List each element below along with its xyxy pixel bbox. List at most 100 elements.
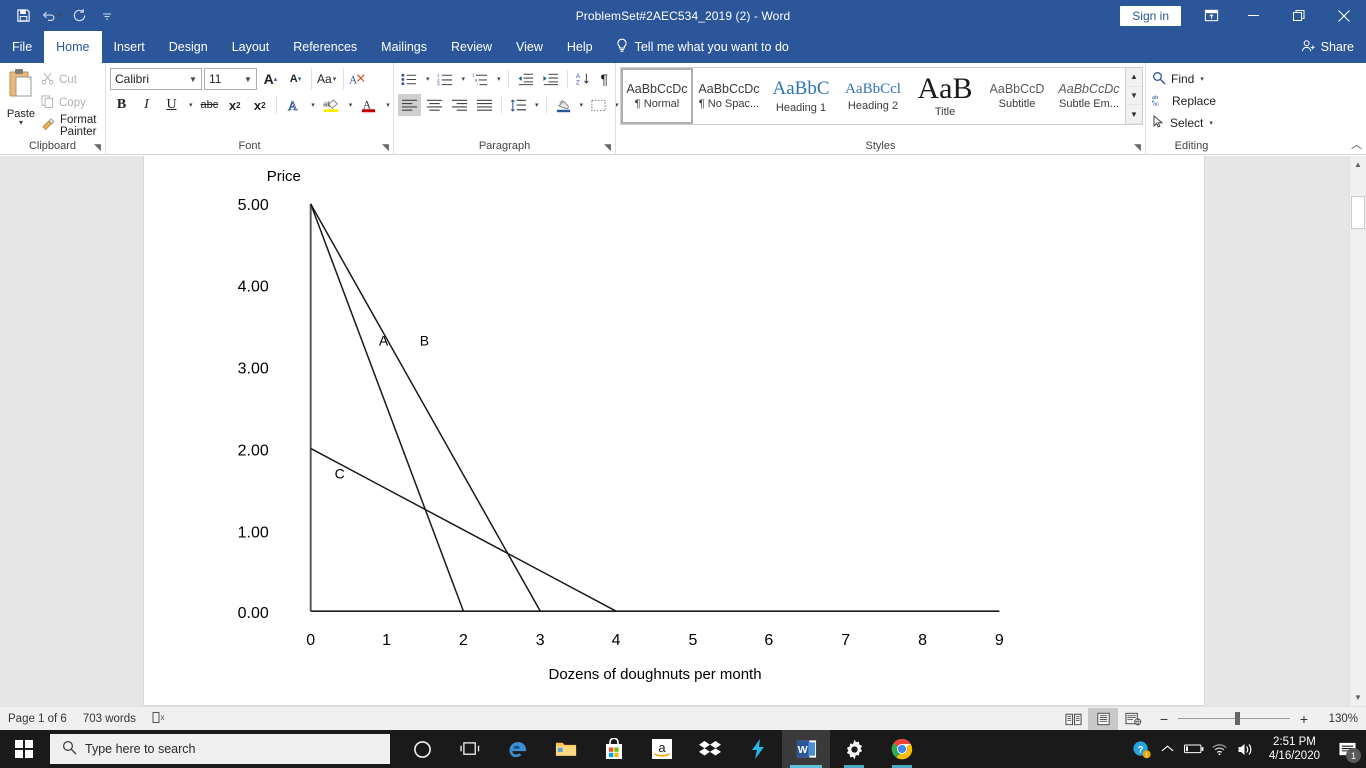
font-size-combo[interactable]: 11 ▼ [204,68,257,90]
style-heading-2[interactable]: AaBbCcl Heading 2 [837,68,909,124]
close-button[interactable] [1321,0,1366,31]
notifications-button[interactable]: 1 [1330,730,1364,768]
zoom-slider-thumb[interactable] [1235,712,1240,725]
ribbon-display-options-icon[interactable] [1191,8,1231,23]
strikethrough-icon[interactable]: abc [198,94,222,116]
bullets-caret-icon[interactable]: ▾ [423,68,432,90]
read-mode-icon[interactable] [1058,708,1088,730]
document-page[interactable]: Price 5.00 4.00 3.00 2.00 1.00 0.00 0 1 … [143,156,1205,706]
zoom-out-button[interactable]: − [1158,711,1170,727]
wifi-icon[interactable] [1207,730,1233,768]
microsoft-store-icon[interactable] [590,730,638,768]
tab-design[interactable]: Design [157,31,220,63]
paste-button[interactable]: Paste ▾ [4,66,38,127]
show-hidden-icons-icon[interactable] [1155,730,1181,768]
volume-icon[interactable] [1233,730,1259,768]
style-subtle-emphasis[interactable]: AaBbCcDc Subtle Em... [1053,68,1125,124]
align-right-icon[interactable] [448,94,471,116]
bold-icon[interactable]: B [110,94,133,116]
font-color-caret-icon[interactable]: ▾ [382,94,393,116]
copy-button[interactable]: Copy [38,92,101,113]
web-layout-icon[interactable] [1118,708,1148,730]
show-formatting-marks-icon[interactable]: ¶ [598,68,612,90]
file-explorer-icon[interactable] [542,730,590,768]
start-icon[interactable] [0,730,48,768]
shrink-font-icon[interactable]: A ▾ [284,68,307,90]
style-no-spacing[interactable]: AaBbCcDc ¶ No Spac... [693,68,765,124]
line-spacing-caret-icon[interactable]: ▾ [532,94,541,116]
replace-button[interactable]: ab ac Replace [1150,90,1218,112]
zoom-control[interactable]: − + 130% [1158,711,1358,727]
edge-icon[interactable] [494,730,542,768]
zoom-level[interactable]: 130% [1318,713,1358,725]
tell-me-search[interactable]: Tell me what you want to do [605,31,799,63]
scrollbar-thumb[interactable] [1351,196,1365,229]
borders-icon[interactable] [587,94,610,116]
vertical-scrollbar[interactable]: ▲ ▼ [1349,156,1366,706]
chrome-icon[interactable] [878,730,926,768]
font-dialog-launcher[interactable]: ◥ [380,142,391,153]
tab-home[interactable]: Home [44,31,102,63]
page-indicator[interactable]: Page 1 of 6 [8,713,67,725]
underline-icon[interactable]: U [160,94,183,116]
clear-formatting-icon[interactable]: A [343,68,369,90]
tab-review[interactable]: Review [439,31,504,63]
text-effects-caret-icon[interactable]: ▾ [307,94,318,116]
justify-icon[interactable] [473,94,496,116]
shading-caret-icon[interactable]: ▾ [577,94,586,116]
settings-gear-icon[interactable] [830,730,878,768]
find-caret-icon[interactable]: ▾ [1200,75,1204,83]
gallery-scroll-down-icon[interactable]: ▼ [1126,86,1142,106]
share-button[interactable]: Share [1301,39,1354,56]
tab-layout[interactable]: Layout [220,31,282,63]
tab-help[interactable]: Help [555,31,605,63]
chevron-down-icon[interactable]: ▼ [240,75,256,84]
multilevel-caret-icon[interactable]: ▾ [494,68,503,90]
battery-icon[interactable] [1181,730,1207,768]
styles-gallery-scroll[interactable]: ▲ ▼ ▼ [1125,68,1142,125]
paste-caret-icon[interactable]: ▾ [19,119,23,127]
undo-icon[interactable]: ▾ [38,4,64,28]
bullets-icon[interactable] [398,68,421,90]
tab-view[interactable]: View [504,31,555,63]
sign-in-button[interactable]: Sign in [1120,5,1181,26]
tab-file[interactable]: File [0,31,44,63]
redo-icon[interactable] [66,4,92,28]
format-painter-button[interactable]: Format Painter [38,114,101,138]
superscript-icon[interactable]: x2 [248,94,271,116]
cortana-icon[interactable] [398,730,446,768]
minimize-button[interactable] [1231,0,1276,31]
sort-icon[interactable]: AZ [573,68,596,90]
cut-button[interactable]: Cut [38,69,101,90]
help-warning-icon[interactable]: ?! [1129,730,1155,768]
collapse-ribbon-icon[interactable]: ︿ [1351,136,1362,152]
gallery-more-icon[interactable]: ▼ [1126,105,1142,125]
line-spacing-icon[interactable] [507,94,530,116]
numbering-caret-icon[interactable]: ▾ [459,68,468,90]
zoom-in-button[interactable]: + [1298,711,1310,727]
find-button[interactable]: Find ▾ [1150,68,1206,90]
dropbox-icon[interactable] [686,730,734,768]
grow-font-icon[interactable]: A ▴ [259,68,282,90]
underline-caret-icon[interactable]: ▾ [185,94,196,116]
decrease-indent-icon[interactable] [514,68,537,90]
style-title[interactable]: AaB Title [909,68,981,124]
scroll-down-icon[interactable]: ▼ [1350,689,1366,706]
text-highlight-icon[interactable]: ab [320,94,343,116]
align-center-icon[interactable] [423,94,446,116]
shading-icon[interactable] [552,94,575,116]
change-case-icon[interactable]: Aa ▾ [311,68,339,90]
taskbar-search-input[interactable]: Type here to search [50,734,390,764]
task-view-icon[interactable] [446,730,494,768]
tab-mailings[interactable]: Mailings [369,31,439,63]
increase-indent-icon[interactable] [539,68,562,90]
numbering-icon[interactable]: 123 [434,68,457,90]
customize-qat-icon[interactable] [94,4,120,28]
align-left-icon[interactable] [398,94,421,116]
taskbar-clock[interactable]: 2:51 PM 4/16/2020 [1259,735,1330,763]
style-subtitle[interactable]: AaBbCcD Subtitle [981,68,1053,124]
paragraph-dialog-launcher[interactable]: ◥ [602,142,613,153]
clipboard-dialog-launcher[interactable]: ◥ [92,142,103,153]
tab-insert[interactable]: Insert [102,31,157,63]
styles-dialog-launcher[interactable]: ◥ [1132,142,1143,153]
